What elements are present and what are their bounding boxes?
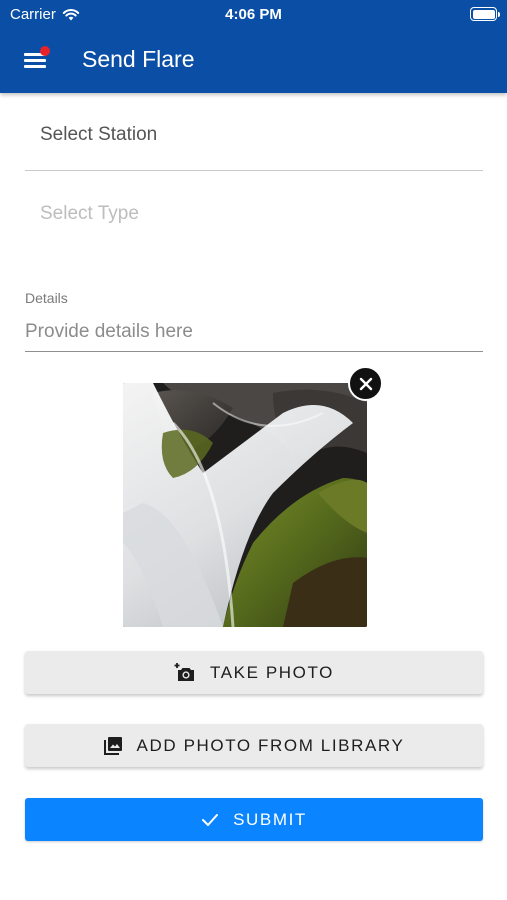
- details-input[interactable]: [25, 312, 483, 352]
- details-label: Details: [25, 290, 68, 306]
- photo-library-icon: [103, 737, 122, 755]
- check-icon: [202, 813, 219, 826]
- close-icon: [359, 377, 372, 390]
- station-select-placeholder: Select Station: [40, 124, 158, 145]
- type-select[interactable]: Select Type: [25, 190, 483, 240]
- submit-button[interactable]: SUBMIT: [25, 798, 483, 841]
- photo-preview: [123, 383, 367, 627]
- menu-button[interactable]: [22, 46, 50, 71]
- submit-label: SUBMIT: [233, 809, 307, 829]
- notification-dot: [40, 46, 50, 56]
- add-from-library-button[interactable]: ADD PHOTO FROM LIBRARY: [25, 724, 483, 767]
- status-bar: Carrier 4:06 PM: [0, 0, 507, 28]
- app-bar: Carrier 4:06 PM Send Flare: [0, 0, 507, 93]
- page-title: Send Flare: [82, 46, 195, 72]
- clock: 4:06 PM: [225, 6, 282, 23]
- battery-icon: [470, 7, 500, 21]
- add-from-library-label: ADD PHOTO FROM LIBRARY: [136, 735, 405, 755]
- type-select-placeholder: Select Type: [40, 203, 139, 224]
- take-photo-button[interactable]: TAKE PHOTO: [25, 651, 483, 694]
- station-select[interactable]: Select Station: [25, 110, 483, 171]
- add-camera-icon: [174, 662, 194, 681]
- remove-photo-button[interactable]: [348, 366, 383, 401]
- take-photo-label: TAKE PHOTO: [209, 662, 334, 682]
